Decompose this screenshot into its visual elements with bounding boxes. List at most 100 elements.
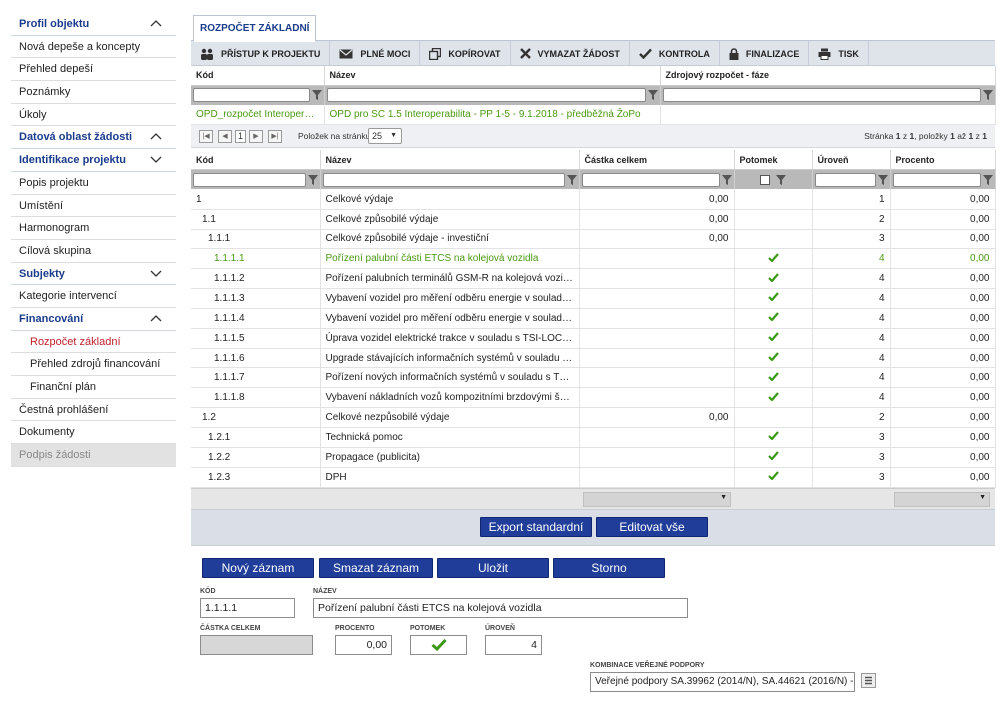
sidebar-item[interactable]: Kategorie intervencí xyxy=(11,285,176,308)
filter-input[interactable] xyxy=(193,172,306,187)
table-row[interactable]: 1.2 Celkové nezpůsobilé výdaje 0,00 2 0,00 xyxy=(191,407,996,428)
table-row[interactable]: 1.1.1.8 Vybavení nákladních vozů kompozit… xyxy=(191,387,996,409)
sidebar-item[interactable]: Poznámky xyxy=(11,81,176,104)
edit-all-button[interactable]: Editovat vše xyxy=(596,516,708,537)
filter-input[interactable] xyxy=(193,88,310,103)
sidebar-item[interactable]: Financování xyxy=(11,307,176,331)
sidebar-item[interactable]: Úkoly xyxy=(11,104,176,127)
per-page-value: 25 xyxy=(372,131,383,142)
last-page-icon[interactable]: ▶| xyxy=(268,130,282,144)
table-row[interactable]: OPD_rozpočet Interoperabili... OPD pro S… xyxy=(191,105,996,126)
filter-icon[interactable] xyxy=(566,174,577,185)
state-aid-field[interactable]: Veřejné podpory SA.39962 (2014/N), SA.44… xyxy=(590,671,855,692)
cell-level: 4 xyxy=(812,367,891,389)
sidebar-item[interactable]: Dokumenty xyxy=(11,421,176,445)
table-row[interactable]: 1.2.3 DPH 3 0,00 xyxy=(191,467,996,488)
filter-icon[interactable] xyxy=(982,174,993,185)
table-row[interactable]: 1 Celkové výdaje 0,00 1 0,00 xyxy=(191,189,996,210)
column-header[interactable]: Kód xyxy=(191,66,325,86)
filter-input[interactable] xyxy=(581,172,720,187)
sidebar-item[interactable]: Čestná prohlášení xyxy=(11,399,176,422)
column-header[interactable]: Úroveň xyxy=(812,150,891,170)
filter-input[interactable] xyxy=(892,172,981,187)
chevron-down-icon[interactable] xyxy=(150,156,162,164)
delete-application-button[interactable]: VYMAZAT ŽÁDOST xyxy=(511,41,630,66)
filter-input[interactable] xyxy=(814,172,876,187)
table-row[interactable]: 1.1.1.3 Vybavení vozidel pro měření odběr… xyxy=(191,288,996,309)
code-field[interactable]: 1.1.1.1 xyxy=(200,597,295,618)
list-icon[interactable] xyxy=(861,672,876,688)
sidebar-item[interactable]: Identifikace projektu xyxy=(11,149,176,172)
chevron-up-icon[interactable] xyxy=(150,315,162,322)
level-field[interactable]: 4 xyxy=(485,634,542,655)
column-header[interactable]: Potomek xyxy=(734,150,813,170)
new-record-button[interactable]: Nový záznam xyxy=(202,557,314,578)
sidebar-item[interactable]: Podpis žádosti xyxy=(11,444,176,467)
table-row[interactable]: 1.1.1.4 Vybavení vozidel pro měření odběr… xyxy=(191,308,996,329)
filter-input[interactable] xyxy=(662,88,981,103)
chevron-down-icon[interactable] xyxy=(150,270,162,277)
sidebar-item[interactable]: Popis projektu xyxy=(11,172,176,195)
table-row[interactable]: 1.1.1.7 Pořízení nových informačních syst… xyxy=(191,367,996,389)
first-page-icon[interactable]: |◀ xyxy=(199,130,213,144)
name-field[interactable]: Pořízení palubní části ETCS na kolejová … xyxy=(313,597,688,618)
table-row[interactable]: 1.1.1.6 Upgrade stávajících informačních … xyxy=(191,348,996,369)
table-row[interactable]: 1.1 Celkové způsobilé výdaje 0,00 2 0,00 xyxy=(191,209,996,230)
filter-icon[interactable] xyxy=(776,174,786,185)
tab-rozpocet-zakladni[interactable]: ROZPOČET ZÁKLADNÍ xyxy=(193,15,317,42)
table-row[interactable]: 1.1.1.5 Úprava vozidel elektrické trakce … xyxy=(191,328,996,349)
sidebar-item[interactable]: Datová oblast žádosti xyxy=(11,126,176,150)
column-header[interactable]: Procento xyxy=(890,150,996,170)
column-header[interactable]: Název xyxy=(320,150,580,170)
filter-icon[interactable] xyxy=(647,90,658,101)
sidebar-item[interactable]: Rozpočet základní xyxy=(11,331,176,354)
delete-record-button[interactable]: Smazat záznam xyxy=(319,557,433,578)
filter-input[interactable] xyxy=(322,172,565,187)
child-checkbox[interactable] xyxy=(410,634,467,655)
child-filter-checkbox[interactable] xyxy=(760,174,770,185)
filter-icon[interactable] xyxy=(311,90,322,101)
chevron-up-icon[interactable] xyxy=(150,20,162,27)
footer-select[interactable]: ▼ xyxy=(894,491,990,507)
table-row[interactable]: 1.1.1.2 Pořízení palubních terminálů GSM-… xyxy=(191,268,996,290)
filter-icon[interactable] xyxy=(307,174,318,185)
column-header[interactable]: Kód xyxy=(191,150,321,170)
column-header[interactable]: Částka celkem xyxy=(579,150,735,170)
sidebar-item[interactable]: Profil objektu xyxy=(11,13,176,36)
per-page-select[interactable]: 25 ▼ xyxy=(368,128,402,145)
cell-child xyxy=(734,447,813,468)
access-project-button[interactable]: PŘÍSTUP K PROJEKTU xyxy=(191,41,331,66)
check-button[interactable]: KONTROLA xyxy=(630,41,720,66)
page-number[interactable]: 1 xyxy=(235,130,246,144)
column-header[interactable]: Zdrojový rozpočet - fáze xyxy=(660,66,996,86)
sidebar-item[interactable]: Přehled zdrojů financování xyxy=(11,353,176,376)
sidebar-item[interactable]: Přehled depeší xyxy=(11,58,176,82)
filter-input[interactable] xyxy=(326,88,646,103)
print-button[interactable]: TISK xyxy=(809,41,869,66)
chevron-up-icon[interactable] xyxy=(150,133,162,140)
sidebar-item[interactable]: Harmonogram xyxy=(11,217,176,240)
filter-icon[interactable] xyxy=(982,90,993,101)
table-row[interactable]: 1.2.2 Propagace (publicita) 3 0,00 xyxy=(191,447,996,468)
column-header[interactable]: Název xyxy=(324,66,661,86)
next-page-icon[interactable]: ▶ xyxy=(249,130,263,144)
sidebar-item[interactable]: Nová depeše a koncepty xyxy=(11,36,176,59)
finalize-button[interactable]: FINALIZACE xyxy=(720,41,810,66)
prev-page-icon[interactable]: ◀ xyxy=(218,130,232,144)
sidebar-item[interactable]: Cílová skupina xyxy=(11,240,176,263)
table-row[interactable]: 1.1.1 Celkové způsobilé výdaje - investič… xyxy=(191,229,996,250)
cancel-button[interactable]: Storno xyxy=(553,557,665,578)
table-row[interactable]: 1.1.1.1 Pořízení palubní části ETCS na ko… xyxy=(191,248,996,270)
copy-button[interactable]: KOPÍROVAT xyxy=(420,41,511,66)
table-row[interactable]: 1.2.1 Technická pomoc 3 0,00 xyxy=(191,427,996,448)
percent-field[interactable]: 0,00 xyxy=(335,634,392,655)
filter-icon[interactable] xyxy=(721,174,732,185)
save-button[interactable]: Uložit xyxy=(437,557,549,578)
power-of-attorney-button[interactable]: PLNÉ MOCI xyxy=(330,41,421,66)
sidebar-item[interactable]: Umístění xyxy=(11,195,176,218)
filter-icon[interactable] xyxy=(877,174,888,185)
footer-select[interactable]: ▼ xyxy=(583,491,731,507)
export-standard-button[interactable]: Export standardní xyxy=(480,516,592,537)
sidebar-item[interactable]: Subjekty xyxy=(11,262,176,286)
sidebar-item[interactable]: Finanční plán xyxy=(11,376,176,399)
